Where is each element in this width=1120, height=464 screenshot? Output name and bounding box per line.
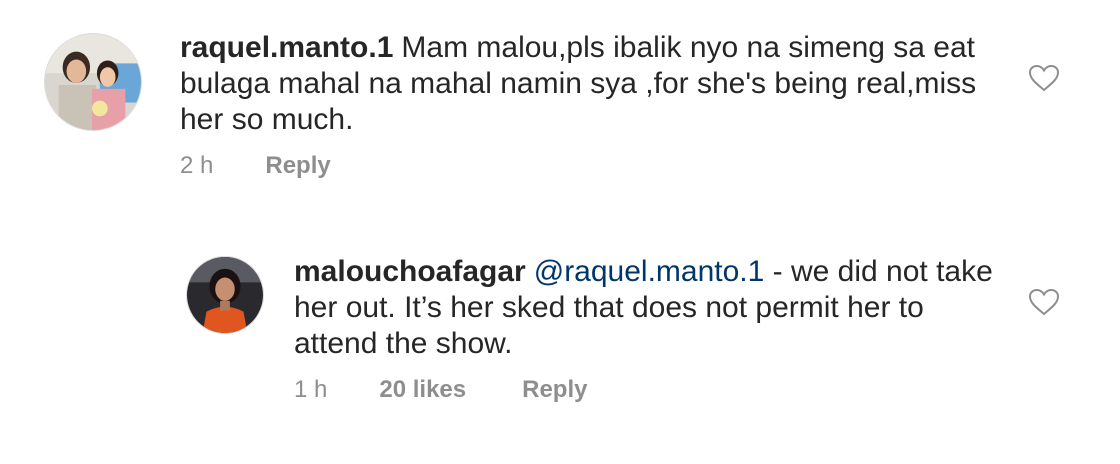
likes-count[interactable]: 20 likes [379, 376, 466, 404]
comment-body: raquel.manto.1 Mam malou,pls ibalik nyo n… [180, 30, 1000, 138]
avatar[interactable] [186, 256, 264, 334]
avatar[interactable] [44, 33, 142, 131]
comment-meta: 2 h Reply [180, 152, 331, 180]
heart-outline-icon[interactable] [1028, 288, 1060, 316]
reply-time[interactable]: 1 h [294, 376, 327, 404]
reply-meta: 1 h 20 likes Reply [294, 376, 587, 404]
avatar-photo [187, 257, 263, 333]
reply-button[interactable]: Reply [522, 376, 587, 404]
comment-time[interactable]: 2 h [180, 152, 213, 180]
comment-item: raquel.manto.1 Mam malou,pls ibalik nyo n… [0, 0, 1120, 200]
reply-body: malouchoafagar @raquel.manto.1 - we did n… [294, 254, 1014, 362]
avatar-photo [45, 34, 141, 130]
reply-item: malouchoafagar @raquel.manto.1 - we did n… [0, 240, 1120, 440]
mention-link[interactable]: @raquel.manto.1 [534, 255, 765, 288]
comment-username[interactable]: raquel.manto.1 [180, 31, 393, 64]
heart-outline-icon[interactable] [1028, 64, 1060, 92]
reply-username[interactable]: malouchoafagar [294, 255, 526, 288]
reply-button[interactable]: Reply [265, 152, 330, 180]
